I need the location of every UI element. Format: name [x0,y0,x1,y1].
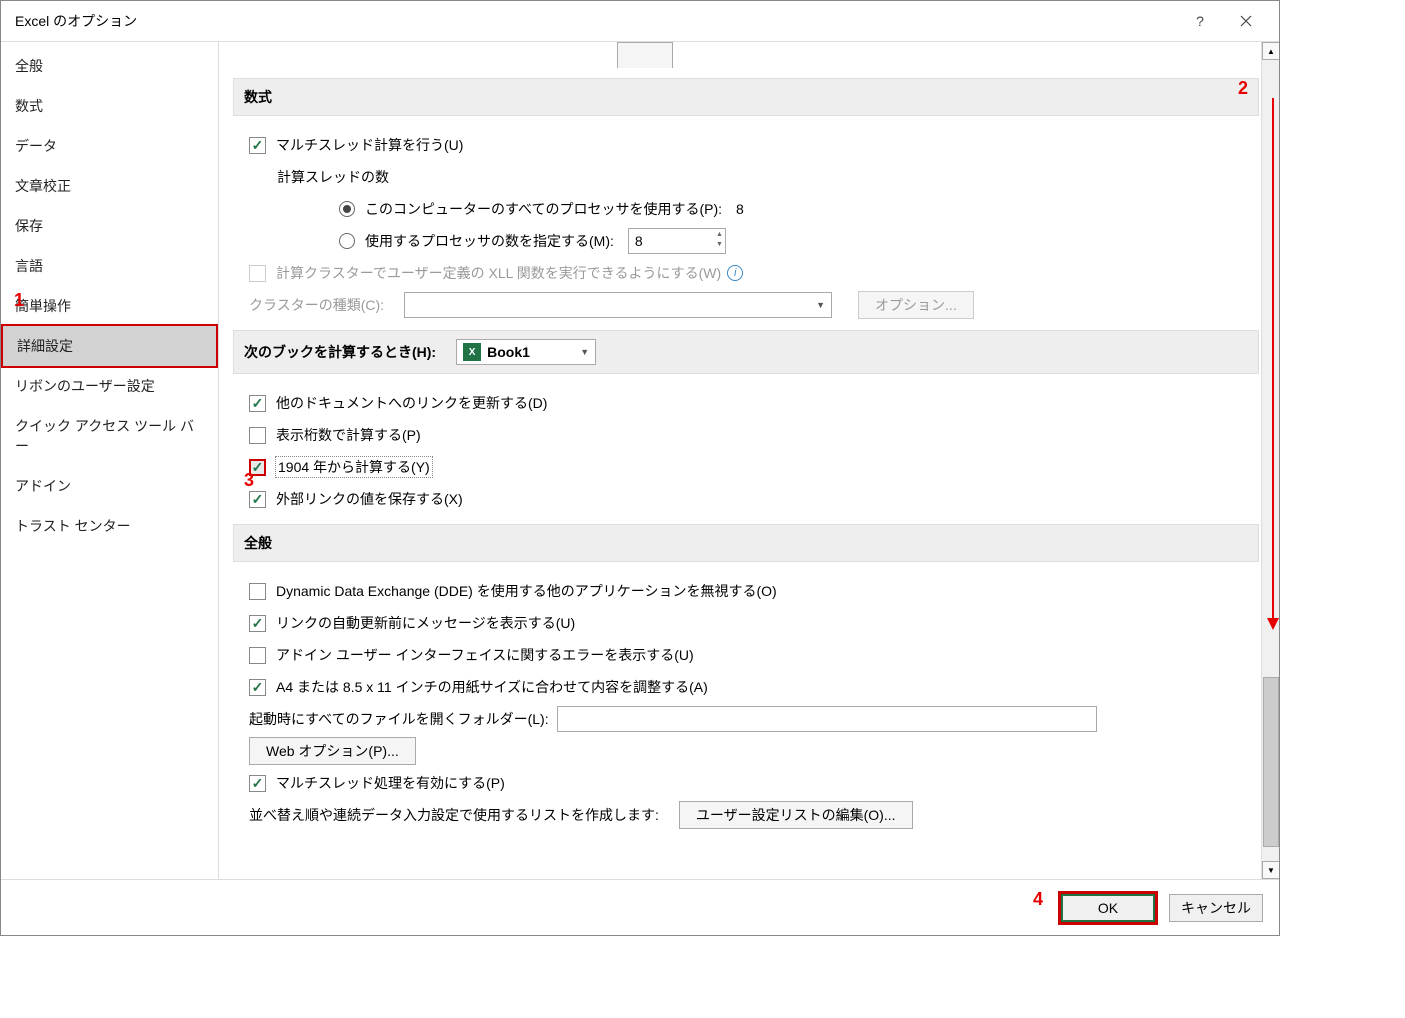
dropdown-target-workbook[interactable]: X Book1 ▼ [456,339,596,365]
label-enable-multithread-proc: マルチスレッド処理を有効にする(P) [276,773,505,793]
scroll-up-button[interactable]: ▲ [1262,42,1279,60]
sidebar-item-general[interactable]: 全般 [1,46,218,86]
button-web-options[interactable]: Web オプション(P)... [249,737,416,765]
label-startup-folder: 起動時にすべてのファイルを開くフォルダー(L): [249,709,549,729]
dialog-footer: OK キャンセル [1,879,1279,935]
checkbox-save-external-links[interactable] [249,491,266,508]
sidebar-item-language[interactable]: 言語 [1,246,218,286]
label-workbook-calc-heading: 次のブックを計算するとき(H): [244,342,436,362]
radio-manual-processors[interactable] [339,233,355,249]
clipped-top [233,42,1261,68]
close-button[interactable] [1223,1,1269,41]
checkbox-ignore-dde[interactable] [249,583,266,600]
label-ask-update-links: リンクの自動更新前にメッセージを表示する(U) [276,613,575,633]
content-pane: 数式 マルチスレッド計算を行う(U) 計算スレッドの数 このコンピューターのすべ… [219,42,1261,879]
options-dialog: Excel のオプション ? 全般 数式 データ 文章校正 保存 言語 簡単操作… [0,0,1280,936]
label-custom-lists: 並べ替え順や連続データ入力設定で使用するリストを作成します: [249,805,659,825]
label-precision-displayed: 表示桁数で計算する(P) [276,425,421,445]
workbook-name: Book1 [487,344,530,360]
spin-value: 8 [635,233,643,249]
scroll-thumb[interactable] [1263,677,1279,847]
ok-button[interactable]: OK [1061,894,1155,922]
dropdown-cluster-type[interactable]: ▼ [404,292,832,318]
radio-all-processors[interactable] [339,201,355,217]
excel-icon: X [463,343,481,361]
sidebar-item-ease-of-access[interactable]: 簡単操作 [1,286,218,326]
section-general: 全般 [233,524,1259,562]
label-cluster-type: クラスターの種類(C): [249,295,384,315]
sidebar-item-save[interactable]: 保存 [1,206,218,246]
checkbox-ask-update-links[interactable] [249,615,266,632]
annotation-1: 1 [14,290,24,311]
label-1904-date-system: 1904 年から計算する(Y) [276,457,432,477]
label-multithread-calc: マルチスレッド計算を行う(U) [276,135,463,155]
label-manual-processors: 使用するプロセッサの数を指定する(M): [365,231,614,251]
sidebar-item-advanced[interactable]: 詳細設定 [1,324,218,368]
spinbox-processor-count[interactable]: 8 ▲▼ [628,228,726,254]
sidebar-item-qat[interactable]: クイック アクセス ツール バー [1,406,218,466]
checkbox-enable-multithread-proc[interactable] [249,775,266,792]
sidebar-item-proofing[interactable]: 文章校正 [1,166,218,206]
label-thread-count: 計算スレッドの数 [277,162,1249,192]
sidebar-item-formulas[interactable]: 数式 [1,86,218,126]
titlebar: Excel のオプション ? [1,1,1279,41]
sidebar-item-addins[interactable]: アドイン [1,466,218,506]
info-icon[interactable]: i [727,265,743,281]
value-all-processors: 8 [736,201,744,217]
scroll-down-button[interactable]: ▼ [1262,861,1279,879]
spin-buttons[interactable]: ▲▼ [716,230,723,250]
label-save-external-links: 外部リンクの値を保存する(X) [276,489,463,509]
input-startup-folder[interactable] [557,706,1097,732]
annotation-4: 4 [1033,889,1043,910]
dialog-title: Excel のオプション [11,11,1177,31]
section-formulas: 数式 [233,78,1259,116]
checkbox-multithread-calc[interactable] [249,137,266,154]
label-addin-ui-errors: アドイン ユーザー インターフェイスに関するエラーを表示する(U) [276,645,694,665]
button-cluster-options: オプション... [858,291,974,319]
sidebar-item-trust-center[interactable]: トラスト センター [1,506,218,546]
checkbox-precision-displayed[interactable] [249,427,266,444]
annotation-3: 3 [244,470,254,491]
checkbox-addin-ui-errors[interactable] [249,647,266,664]
cancel-button[interactable]: キャンセル [1169,894,1263,922]
label-update-links: 他のドキュメントへのリンクを更新する(D) [276,393,547,413]
checkbox-update-links[interactable] [249,395,266,412]
label-ignore-dde: Dynamic Data Exchange (DDE) を使用する他のアプリケー… [276,581,777,601]
label-scale-paper-size: A4 または 8.5 x 11 インチの用紙サイズに合わせて内容を調整する(A) [276,677,708,697]
sidebar: 全般 数式 データ 文章校正 保存 言語 簡単操作 詳細設定 リボンのユーザー設… [1,42,219,879]
sidebar-item-customize-ribbon[interactable]: リボンのユーザー設定 [1,366,218,406]
help-button[interactable]: ? [1177,1,1223,41]
section-workbook-calc: 次のブックを計算するとき(H): X Book1 ▼ [233,330,1259,374]
label-cluster-xll: 計算クラスターでユーザー定義の XLL 関数を実行できるようにする(W) [276,263,721,283]
label-all-processors: このコンピューターのすべてのプロセッサを使用する(P): [365,199,722,219]
checkbox-scale-paper-size[interactable] [249,679,266,696]
button-edit-custom-lists[interactable]: ユーザー設定リストの編集(O)... [679,801,913,829]
annotation-2: 2 [1238,78,1248,99]
sidebar-item-data[interactable]: データ [1,126,218,166]
annotation-arrow [1272,98,1279,630]
checkbox-cluster-xll [249,265,266,282]
